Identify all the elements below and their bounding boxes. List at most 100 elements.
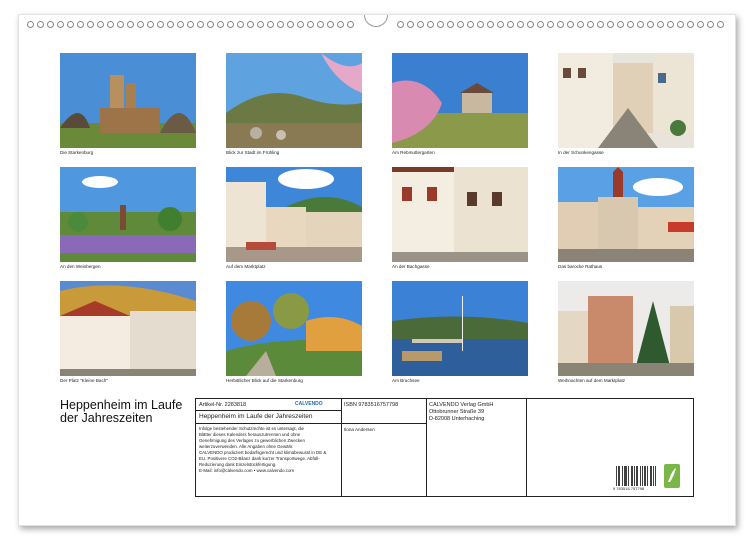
caption-8: Das barocke Rathaus <box>558 264 603 269</box>
binding-hole <box>67 21 74 28</box>
barcode-bar <box>655 466 656 486</box>
binding-hole <box>467 21 474 28</box>
barcode-bar <box>622 466 623 486</box>
binding-hole <box>657 21 664 28</box>
binding-hole <box>347 21 354 28</box>
barcode-bar <box>645 466 646 486</box>
binding-hole <box>207 21 214 28</box>
binding-hole <box>97 21 104 28</box>
binding-hole <box>177 21 184 28</box>
calendar-title: Heppenheim im Laufe der Jahreszeiten <box>60 398 183 425</box>
barcode-bar <box>632 466 633 486</box>
photo-christmas-marktplatz <box>558 281 694 376</box>
binding-hole <box>337 21 344 28</box>
binding-hole <box>297 21 304 28</box>
calendar-page: Die Starkenburg Blick zur Stadt im Frühl… <box>18 14 736 526</box>
photo-autumn-starkenburg <box>226 281 362 376</box>
binding-hole <box>327 21 334 28</box>
photo-city-spring <box>226 53 362 148</box>
photo-weinbergen <box>60 167 196 262</box>
binding-hole <box>577 21 584 28</box>
barcode-bar <box>625 466 626 486</box>
binding-hole <box>527 21 534 28</box>
binding-hole <box>267 21 274 28</box>
caption-7: An der Bachgasse <box>392 264 430 269</box>
barcode-bar <box>653 466 654 486</box>
binding-hole <box>607 21 614 28</box>
barcode-bar <box>616 466 617 486</box>
binding-hole <box>197 21 204 28</box>
legal-text: Infolge bestehender Schutzrechte ist es … <box>199 426 327 473</box>
binding-hole <box>157 21 164 28</box>
barcode-bar <box>637 466 638 486</box>
photo-marktplatz <box>226 167 362 262</box>
publisher-address: CALVENDO Verlag GmbH Ottobrunner Straße … <box>429 402 494 422</box>
photo-kleine-bach <box>60 281 196 376</box>
binding-hole <box>127 21 134 28</box>
caption-9: Der Platz "Kleine Bach" <box>60 378 108 383</box>
binding-hole <box>77 21 84 28</box>
binding-hole <box>647 21 654 28</box>
binding-hole <box>407 21 414 28</box>
info-col-2 <box>341 399 427 496</box>
caption-4: In der Schunkengasse <box>558 150 604 155</box>
barcode <box>616 466 656 486</box>
binding-hole <box>497 21 504 28</box>
binding-hole <box>307 21 314 28</box>
binding-hole <box>247 21 254 28</box>
binding-hole <box>277 21 284 28</box>
binding-hole <box>427 21 434 28</box>
photo-rathaus <box>558 167 694 262</box>
binding-hole <box>677 21 684 28</box>
photo-starkenburg <box>60 53 196 148</box>
barcode-bar <box>631 466 632 486</box>
binding-hole <box>687 21 694 28</box>
binding-hole <box>597 21 604 28</box>
binding-hole <box>487 21 494 28</box>
binding-hole <box>227 21 234 28</box>
barcode-bar <box>651 466 652 486</box>
binding-hole <box>617 21 624 28</box>
caption-11: Am Bruchsee <box>392 378 420 383</box>
barcode-bar <box>618 466 619 486</box>
fsc-logo <box>664 464 680 488</box>
caption-12: Weihnachten auf dem Marktplatz <box>558 378 626 383</box>
binding-hole <box>167 21 174 28</box>
binding-hole <box>547 21 554 28</box>
binding-hole <box>627 21 634 28</box>
binding-hole <box>237 21 244 28</box>
photo-schunkengasse <box>558 53 694 148</box>
binding-hole <box>287 21 294 28</box>
binding-hole <box>457 21 464 28</box>
binding-hole <box>37 21 44 28</box>
binding-hole <box>557 21 564 28</box>
barcode-bar <box>640 466 641 486</box>
binding-hole <box>447 21 454 28</box>
binding-hole <box>57 21 64 28</box>
binding-hole <box>477 21 484 28</box>
isbn: ISBN 9783516757798 <box>344 402 399 408</box>
binding-hole <box>587 21 594 28</box>
product-title: Heppenheim im Laufe der Jahreszeiten <box>199 413 313 420</box>
binding-hole <box>707 21 714 28</box>
barcode-bar <box>642 466 643 486</box>
binding-hole <box>417 21 424 28</box>
binding-hole <box>437 21 444 28</box>
barcode-bar <box>628 466 629 486</box>
binding-hole <box>137 21 144 28</box>
binding-hole <box>567 21 574 28</box>
article-number: Artikel-Nr. 2283818 <box>199 402 247 408</box>
binding-hole <box>667 21 674 28</box>
barcode-bar <box>644 466 645 486</box>
barcode-bar <box>619 466 620 486</box>
caption-10: Herbstlicher Blick auf die Starkenburg <box>226 378 303 383</box>
barcode-bar <box>626 466 627 486</box>
binding-hole <box>257 21 264 28</box>
barcode-bar <box>650 466 651 486</box>
binding-hole <box>47 21 54 28</box>
barcode-bar <box>624 466 625 486</box>
binding-hole <box>217 21 224 28</box>
caption-6: Auf dem Marktplatz <box>226 264 266 269</box>
binding-hole <box>717 21 724 28</box>
binding-hole <box>147 21 154 28</box>
